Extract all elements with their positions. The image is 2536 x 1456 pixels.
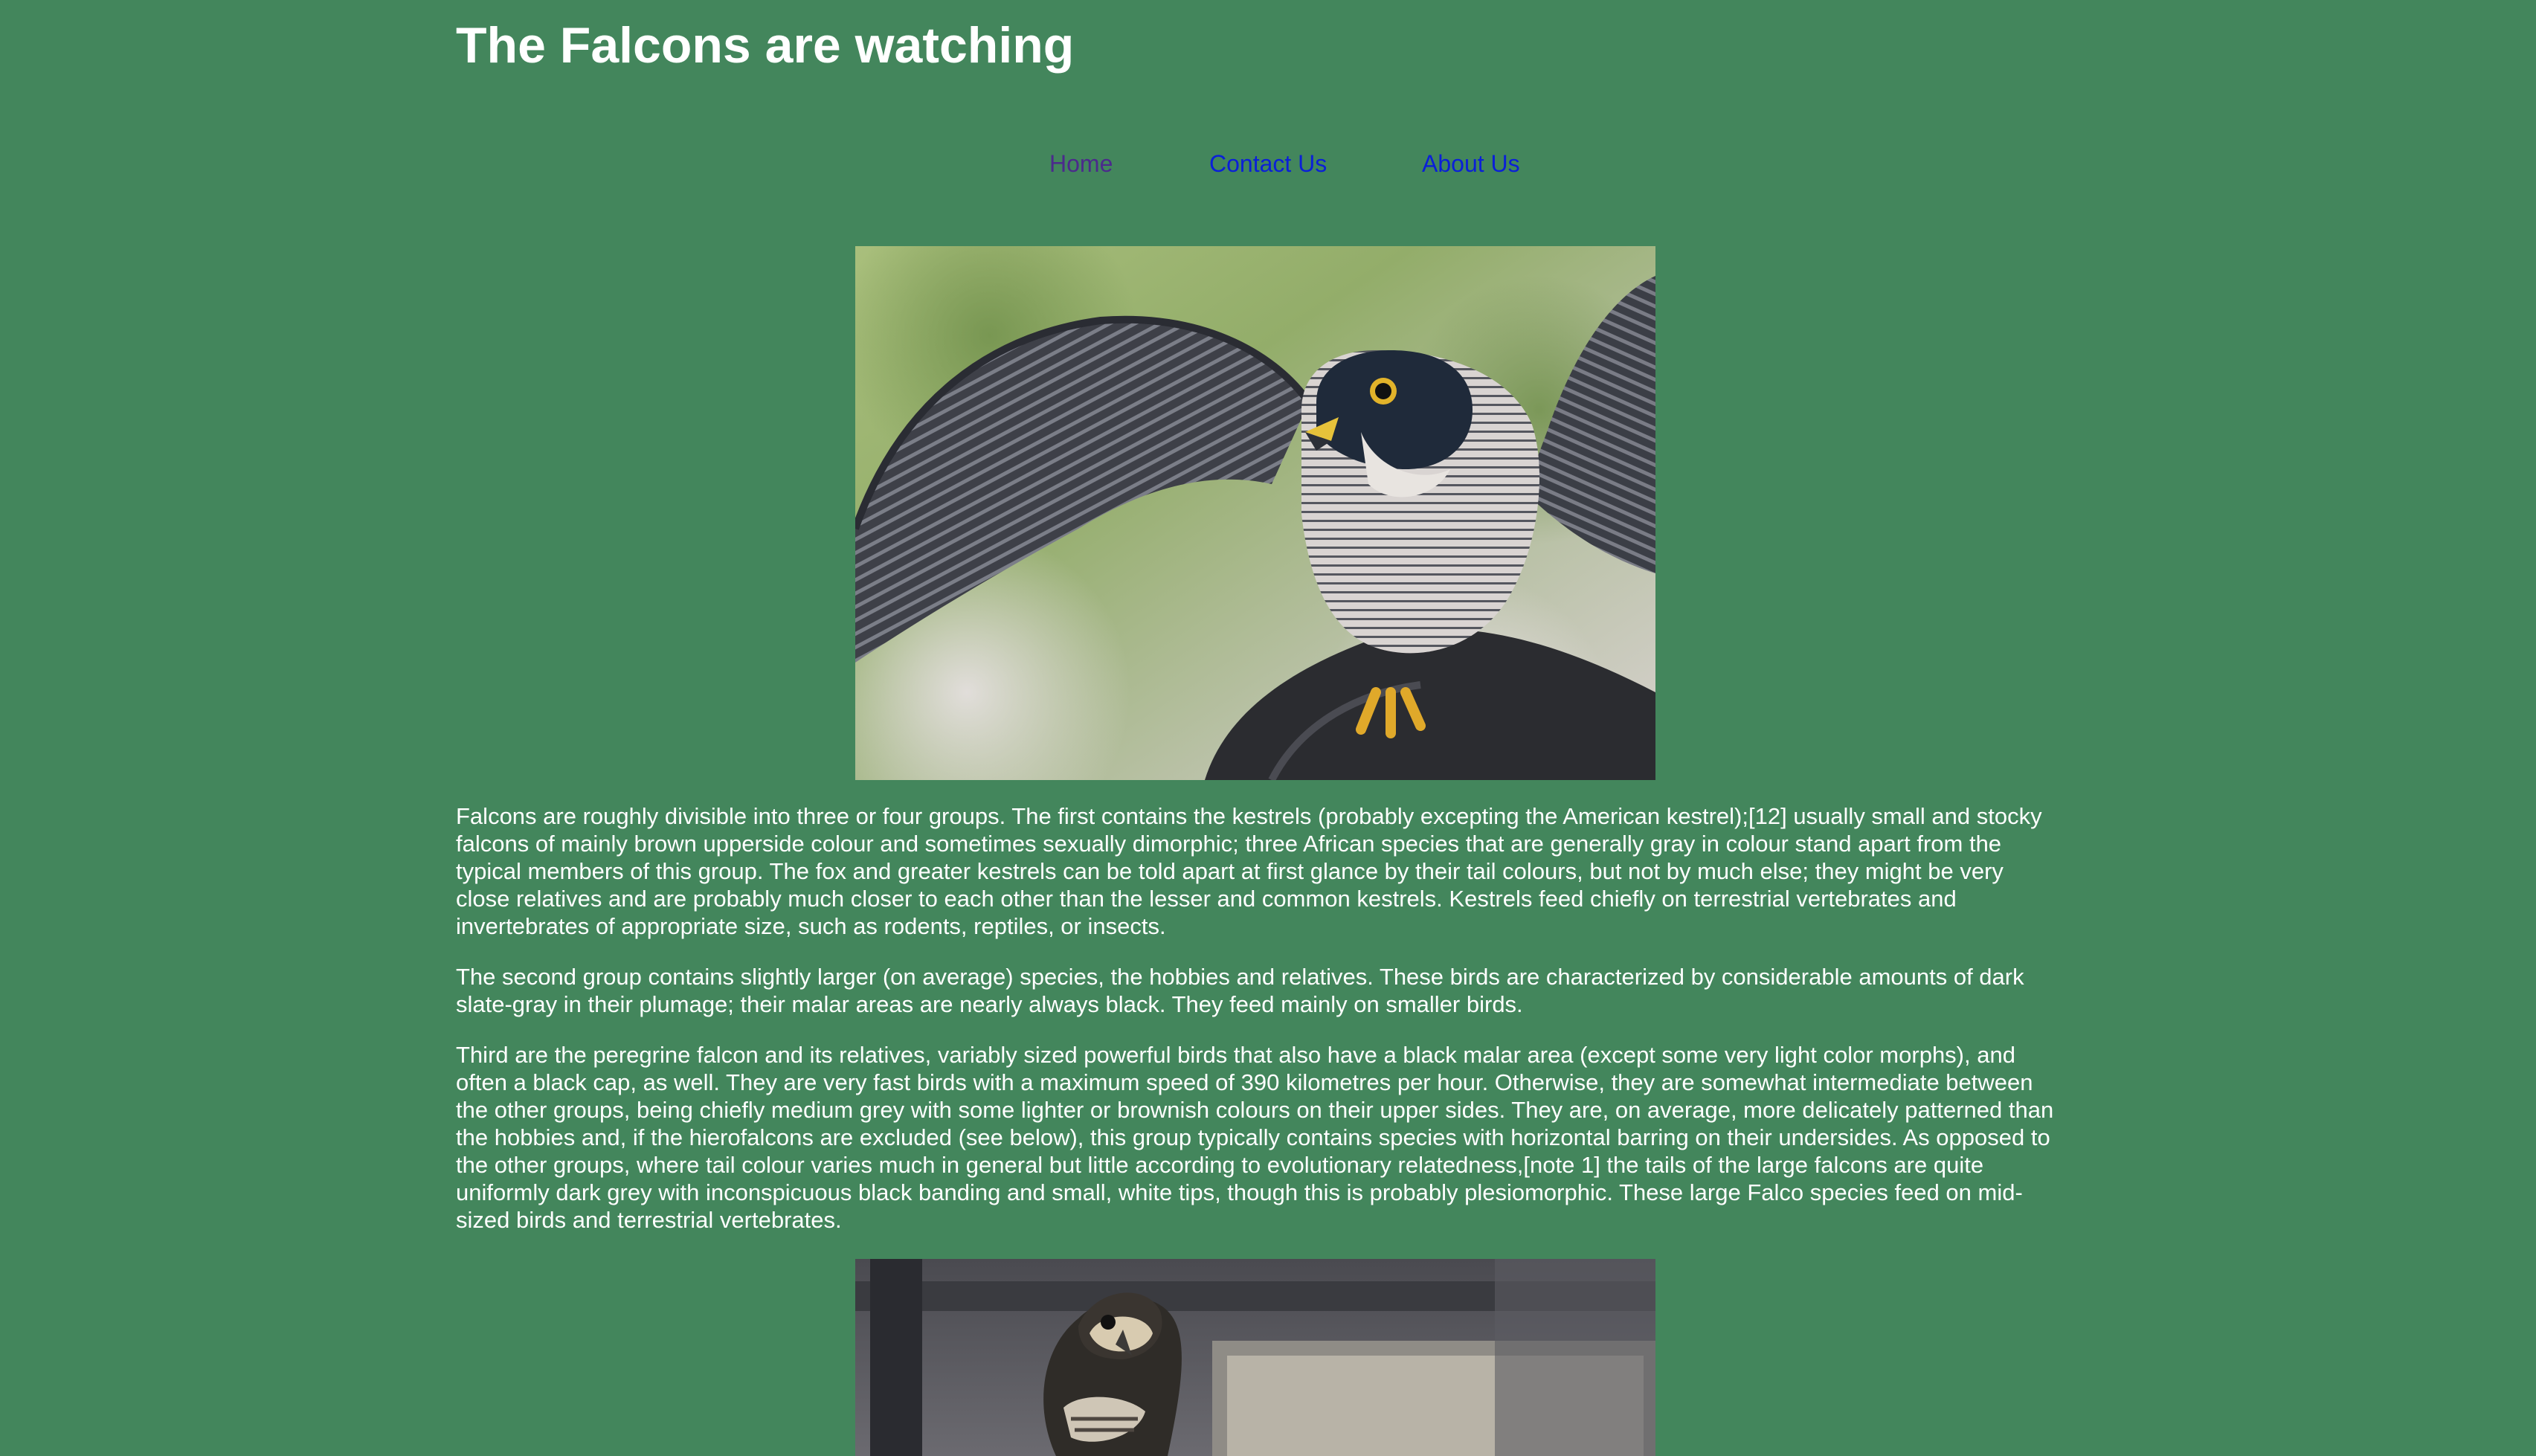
nav-link-contact-us[interactable]: Contact Us bbox=[1209, 146, 1327, 181]
main-nav: Home Contact Us About Us bbox=[0, 146, 2536, 181]
article-paragraph: The second group contains slightly large… bbox=[456, 964, 2024, 1017]
site-title: The Falcons are watching bbox=[456, 17, 1075, 74]
falcon-second-image bbox=[855, 1259, 1655, 1456]
falcon-photo-icon bbox=[855, 246, 1655, 780]
page: The Falcons are watching Home Contact Us… bbox=[0, 0, 2536, 1456]
falcon-photo-icon bbox=[855, 1259, 1655, 1456]
article-paragraph: Third are the peregrine falcon and its r… bbox=[456, 1042, 2054, 1233]
falcon-hero-image bbox=[855, 246, 1655, 780]
nav-link-about-us[interactable]: About Us bbox=[1422, 146, 1520, 181]
article-paragraph: Falcons are roughly divisible into three… bbox=[456, 803, 2042, 939]
nav-link-home[interactable]: Home bbox=[1049, 146, 1113, 181]
article: Falcons are roughly divisible into three… bbox=[456, 802, 2055, 1257]
